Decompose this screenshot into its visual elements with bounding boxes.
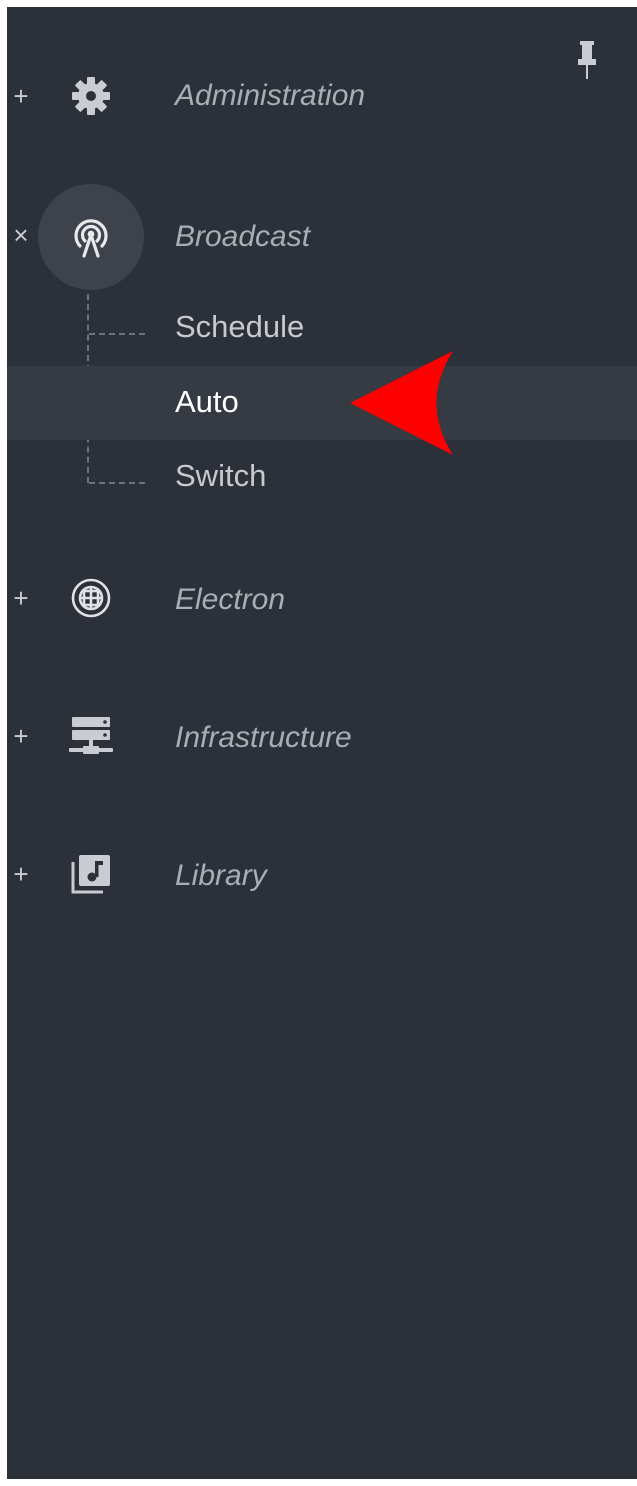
red-arrow-pointer — [350, 351, 453, 455]
sub-item-label: Schedule — [175, 309, 305, 344]
collapse-toggle[interactable]: × — [9, 222, 33, 248]
nav-item-infrastructure[interactable]: + Infrastructure — [7, 691, 637, 781]
nav-item-electron[interactable]: + Electron — [7, 553, 637, 643]
gear-icon — [38, 43, 144, 149]
nav-label-administration: Administration — [175, 79, 366, 112]
nav-label-infrastructure: Infrastructure — [175, 721, 352, 754]
server-icon — [38, 683, 144, 789]
nav-label-broadcast: Broadcast — [175, 220, 311, 253]
nav-label-library: Library — [175, 859, 267, 892]
sub-item-auto[interactable]: Auto — [7, 366, 637, 440]
music-library-icon — [38, 821, 144, 927]
nav-item-administration[interactable]: + Administration — [7, 51, 637, 141]
nav-item-library[interactable]: + Library — [7, 829, 637, 919]
globe-icon — [38, 545, 144, 651]
nav-item-broadcast[interactable]: × Broadcast — [7, 184, 637, 290]
sub-item-schedule[interactable]: Schedule — [7, 291, 637, 365]
expand-toggle[interactable]: + — [9, 585, 33, 611]
expand-toggle[interactable]: + — [9, 723, 33, 749]
sub-item-label: Switch — [175, 458, 267, 493]
sub-item-label: Auto — [175, 384, 239, 419]
expand-toggle[interactable]: + — [9, 83, 33, 109]
sub-item-switch[interactable]: Switch — [7, 440, 637, 514]
sidebar: + Administration × Broadcast Schedule Au… — [7, 7, 637, 1479]
broadcast-icon — [38, 184, 144, 290]
expand-toggle[interactable]: + — [9, 861, 33, 887]
nav-label-electron: Electron — [175, 583, 286, 616]
